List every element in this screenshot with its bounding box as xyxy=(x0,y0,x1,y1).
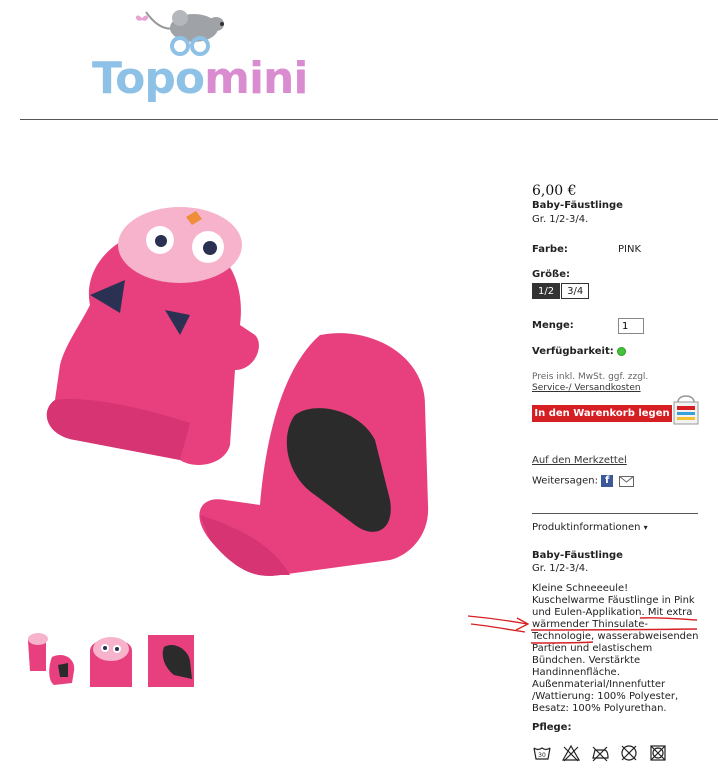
quantity-label: Menge: xyxy=(532,320,574,331)
thumbnail-1[interactable] xyxy=(24,631,78,689)
quantity-row: Menge: xyxy=(532,318,644,334)
price-note: Preis inkl. MwSt. ggf. zzgl. xyxy=(532,372,649,382)
thumbnail-2[interactable] xyxy=(84,631,138,689)
size-label: Größe: xyxy=(532,269,570,280)
thumbnail-strip xyxy=(24,631,198,691)
description-line: und Eulen-Applikation. Mit extra xyxy=(532,607,693,618)
header-divider xyxy=(20,119,718,120)
color-value: PINK xyxy=(618,244,642,255)
no-dryclean-icon xyxy=(621,745,637,761)
facebook-icon[interactable]: f xyxy=(601,475,614,487)
logo-text-topo: Topo xyxy=(92,53,205,104)
care-label-row: Pflege: xyxy=(532,722,571,733)
size-row: Größe: 1/2 3/4 xyxy=(532,269,590,299)
logo-text-mini: mini xyxy=(204,53,308,104)
price-note-block: Preis inkl. MwSt. ggf. zzgl. Service-/ V… xyxy=(532,372,648,394)
quantity-input[interactable] xyxy=(618,318,644,334)
availability-label: Verfügbarkeit: xyxy=(532,346,614,357)
topomini-logo[interactable]: Topomini xyxy=(92,4,308,109)
product-size-note: Gr. 1/2-3/4. xyxy=(532,214,589,225)
add-to-cart-button[interactable]: In den Warenkorb legen xyxy=(532,405,672,422)
shipping-link[interactable]: Service-/ Versandkosten xyxy=(532,383,648,394)
description-line: wärmender Thinsulate- xyxy=(532,619,648,630)
care-icons: 30 xyxy=(532,744,668,762)
wishlist-link[interactable]: Auf den Merkzettel xyxy=(532,455,627,466)
info-toggle-label: Produktinformationen xyxy=(532,522,641,533)
wishlist-row: Auf den Merkzettel xyxy=(532,455,627,466)
email-icon[interactable] xyxy=(619,475,635,487)
description-line: Handinnenfläche. xyxy=(532,667,620,678)
info-divider xyxy=(532,513,698,514)
size-option-1-2[interactable]: 1/2 xyxy=(532,283,561,299)
care-label: Pflege: xyxy=(532,722,572,733)
description-line: Bündchen. Verstärkte xyxy=(532,655,641,666)
chevron-down-icon: ▾ xyxy=(643,523,648,532)
no-tumble-dry-icon xyxy=(650,745,666,761)
product-summary: 6,00 € Baby-Fäustlinge Gr. 1/2-3/4. xyxy=(532,182,702,226)
share-row: Weitersagen: f xyxy=(532,475,635,487)
no-iron-icon xyxy=(592,746,609,762)
product-name: Baby-Fäustlinge xyxy=(532,200,623,211)
info-toggle[interactable]: Produktinformationen ▾ xyxy=(532,522,648,533)
description-line: Kleine Schneeeule! xyxy=(532,583,629,594)
description-line: Kuschelwarme Fäustlinge in Pink xyxy=(532,595,695,606)
product-main-image[interactable] xyxy=(30,195,450,625)
shopping-bag-icon xyxy=(673,395,699,425)
availability-indicator xyxy=(616,346,626,356)
wash-30-icon: 30 xyxy=(533,747,551,760)
thumbnail-3[interactable] xyxy=(144,631,198,689)
color-label: Farbe: xyxy=(532,244,568,255)
description-line: Partien und elastischem xyxy=(532,643,653,654)
product-price: 6,00 € xyxy=(532,183,577,199)
info-header: Baby-Fäustlinge Gr. 1/2-3/4. xyxy=(532,550,623,574)
logo-text: Topomini xyxy=(92,52,308,106)
description-line: /Wattierung: 100% Polyester, xyxy=(532,691,679,702)
description-line: Technologie, wasserabweisenden xyxy=(532,631,699,642)
size-option-3-4[interactable]: 3/4 xyxy=(561,283,590,299)
description-line: Besatz: 100% Polyurethan. xyxy=(532,703,667,714)
info-size: Gr. 1/2-3/4. xyxy=(532,563,589,574)
description-line: Außenmaterial/Innenfutter xyxy=(532,679,666,690)
no-bleach-icon xyxy=(561,744,581,762)
product-description: Kleine Schneeeule! Kuschelwarme Fäustlin… xyxy=(532,583,700,715)
info-title: Baby-Fäustlinge xyxy=(532,550,623,561)
color-row: Farbe: PINK xyxy=(532,244,641,255)
share-label: Weitersagen: xyxy=(532,475,598,487)
wash-temp: 30 xyxy=(538,752,546,759)
availability-row: Verfügbarkeit: xyxy=(532,346,626,357)
